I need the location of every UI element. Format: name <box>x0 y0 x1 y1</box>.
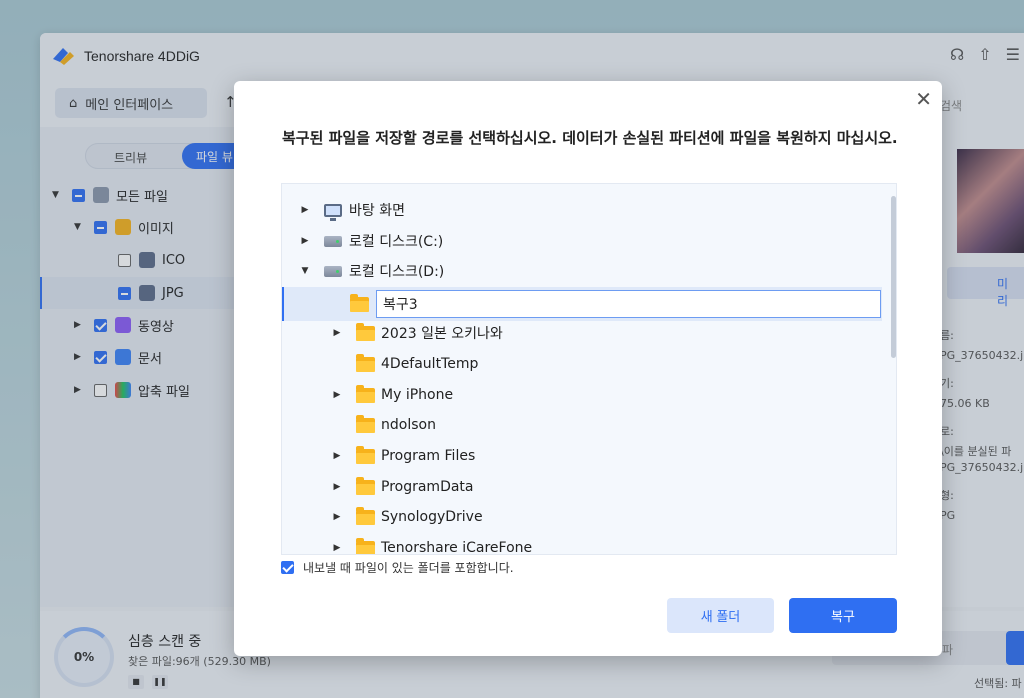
folder-label: My iPhone <box>381 387 454 403</box>
caret-right-icon[interactable]: ▶ <box>330 482 344 492</box>
folder-row-my-iphone[interactable]: ▶ My iPhone <box>282 380 882 410</box>
caret-right-icon[interactable]: ▶ <box>298 236 312 246</box>
drive-icon <box>324 235 342 247</box>
caret-right-icon[interactable]: ▶ <box>330 390 344 400</box>
folder-icon <box>356 506 375 525</box>
folder-label: 로컬 디스크(C:) <box>349 234 444 250</box>
folder-row-desktop[interactable]: ▶ 바탕 화면 <box>282 195 882 225</box>
folder-label: SynologyDrive <box>381 509 483 525</box>
folder-label: Tenorshare iCareFone <box>381 540 533 555</box>
folder-row-drive-c[interactable]: ▶ 로컬 디스크(C:) <box>282 226 882 256</box>
new-folder-name-input[interactable] <box>376 290 881 318</box>
caret-right-icon[interactable]: ▶ <box>330 512 344 522</box>
folder-row-program-files[interactable]: ▶ Program Files <box>282 441 882 471</box>
folder-label: 4DefaultTemp <box>381 356 479 372</box>
folder-row-okinawa[interactable]: ▶ 2023 일본 오키나와 <box>282 318 882 348</box>
folder-label: 로컬 디스크(D:) <box>349 264 445 280</box>
folder-label: ProgramData <box>381 479 474 495</box>
monitor-icon <box>324 203 342 221</box>
folder-icon <box>356 384 375 403</box>
folder-label: 바탕 화면 <box>349 203 405 219</box>
folder-row-programdata[interactable]: ▶ ProgramData <box>282 472 882 502</box>
folder-row-icarefone[interactable]: ▶ Tenorshare iCareFone <box>282 533 882 555</box>
folder-icon <box>356 537 375 554</box>
folder-row-drive-d[interactable]: ▼ 로컬 디스크(D:) <box>282 256 882 286</box>
folder-icon <box>356 414 375 433</box>
folder-icon <box>356 445 375 464</box>
drive-icon <box>324 265 342 277</box>
folder-row-new[interactable] <box>282 287 882 321</box>
folder-row-4defaulttemp[interactable]: 4DefaultTemp <box>282 349 882 379</box>
caret-down-icon[interactable]: ▼ <box>298 266 312 276</box>
scrollbar[interactable] <box>891 196 896 358</box>
folder-row-synologydrive[interactable]: ▶ SynologyDrive <box>282 502 882 532</box>
folder-label: Program Files <box>381 448 476 464</box>
caret-right-icon[interactable]: ▶ <box>330 543 344 553</box>
caret-right-icon[interactable]: ▶ <box>298 205 312 215</box>
folder-icon <box>356 353 375 372</box>
folder-tree: ▶ 바탕 화면 ▶ 로컬 디스크(C:) ▼ 로컬 디스크(D:) ▶ 2023… <box>281 183 897 555</box>
recover-button[interactable]: 복구 <box>789 598 897 633</box>
include-folder-checkbox[interactable] <box>281 561 294 574</box>
new-folder-button[interactable]: 새 폴더 <box>667 598 774 633</box>
folder-icon <box>356 476 375 495</box>
folder-label: ndolson <box>381 417 436 433</box>
folder-row-ndolson[interactable]: ndolson <box>282 410 882 440</box>
folder-icon <box>356 322 375 341</box>
close-icon[interactable]: ✕ <box>915 87 932 111</box>
folder-icon <box>350 293 369 312</box>
folder-label: 2023 일본 오키나와 <box>381 326 503 342</box>
caret-right-icon[interactable]: ▶ <box>330 451 344 461</box>
include-folder-option[interactable]: 내보낼 때 파일이 있는 폴더를 포함합니다. <box>281 559 514 576</box>
include-folder-label: 내보낼 때 파일이 있는 폴더를 포함합니다. <box>303 561 514 575</box>
save-path-dialog: ✕ 복구된 파일을 저장할 경로를 선택하십시오. 데이터가 손실된 파티션에 … <box>234 81 942 656</box>
dialog-message: 복구된 파일을 저장할 경로를 선택하십시오. 데이터가 손실된 파티션에 파일… <box>282 129 898 147</box>
caret-right-icon[interactable]: ▶ <box>330 328 344 338</box>
